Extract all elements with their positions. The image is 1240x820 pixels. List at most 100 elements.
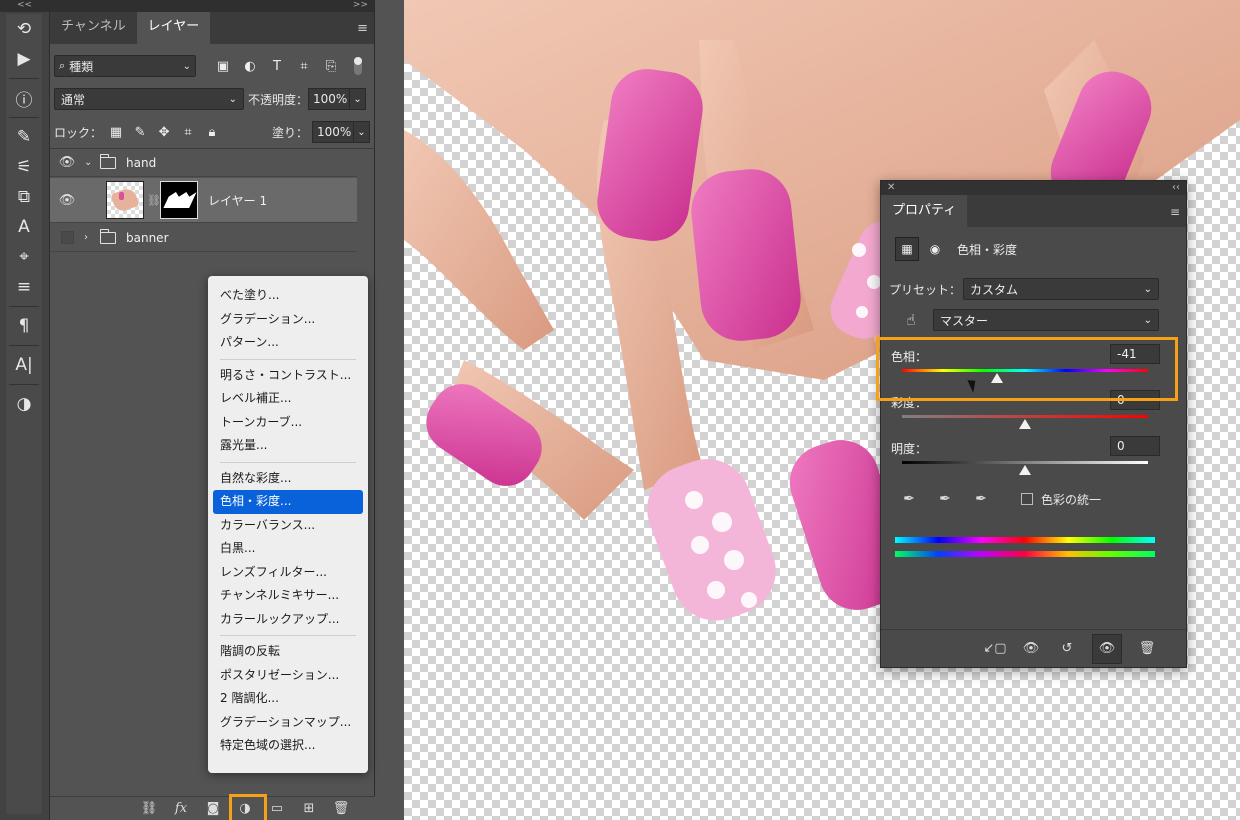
visibility-off-box[interactable] — [61, 231, 74, 244]
tab-layers[interactable]: レイヤー — [136, 12, 211, 44]
menu-item[interactable]: レベル補正... — [208, 387, 368, 411]
visibility-eye-icon[interactable]: 👁︎ — [50, 193, 84, 208]
panel-menu-icon[interactable]: ≡ — [1170, 205, 1180, 219]
chevron-down-icon[interactable]: ⌄ — [84, 157, 98, 168]
character-icon[interactable]: A| — [6, 350, 42, 380]
menu-item[interactable]: カラールックアップ... — [208, 608, 368, 632]
lock-all-icon[interactable]: 🔒︎ — [204, 123, 220, 141]
layer-row-hand[interactable]: 👁︎ ⌄ hand — [50, 149, 357, 177]
adjustment-layer-icon[interactable]: ▦ — [895, 237, 919, 261]
lightness-track[interactable] — [902, 461, 1148, 464]
menu-item[interactable]: 特定色域の選択... — [208, 734, 368, 758]
layer-row-banner[interactable]: › banner — [50, 224, 357, 252]
channel-select[interactable]: マスター ⌄ — [933, 309, 1159, 331]
new-layer-icon[interactable]: ⊞ — [299, 799, 319, 819]
targeted-adjustment-hand-icon[interactable]: ☝︎ — [889, 311, 933, 329]
menu-item[interactable]: べた塗り... — [208, 284, 368, 308]
tool-strip-collapse[interactable]: << — [0, 0, 49, 12]
menu-item[interactable]: レンズフィルター... — [208, 561, 368, 585]
menu-item[interactable]: 自然な彩度... — [208, 467, 368, 491]
opacity-input[interactable]: 100% — [308, 88, 351, 110]
path-icon[interactable]: ⌖ — [6, 242, 42, 272]
add-mask-icon[interactable]: ◙ — [203, 799, 223, 819]
menu-item[interactable]: 露光量... — [208, 434, 368, 458]
menu-item[interactable]: ポスタリゼーション... — [208, 664, 368, 688]
preset-select[interactable]: カスタム ⌄ — [963, 278, 1159, 300]
link-icon[interactable]: ⛓︎ — [147, 194, 161, 207]
clip-to-layer-icon[interactable]: ↙▢ — [983, 638, 1006, 660]
menu-item[interactable]: カラーバランス... — [208, 514, 368, 538]
opacity-label: 不透明度： — [248, 92, 309, 107]
lock-label: ロック： — [54, 125, 103, 140]
mask-icon[interactable]: ◉ — [923, 237, 947, 261]
menu-item[interactable]: 色相・彩度... — [213, 490, 363, 514]
color-bar-after — [895, 551, 1155, 557]
fill-input[interactable]: 100% — [312, 121, 354, 143]
layer-mask-thumbnail[interactable] — [160, 181, 198, 219]
fx-icon[interactable]: fx — [171, 799, 191, 819]
menu-item[interactable]: 階調の反転 — [208, 640, 368, 664]
new-adjustment-layer-icon[interactable]: ◑ — [229, 793, 267, 820]
adjust-sliders-icon[interactable]: ⚟ — [6, 152, 42, 182]
paragraph-icon[interactable]: ¶ — [6, 311, 42, 341]
fill-dropdown-icon[interactable]: ⌄ — [354, 121, 370, 143]
shape-filter-icon[interactable]: ⌗ — [295, 57, 313, 75]
collapse-icon[interactable]: ‹‹ — [1172, 181, 1180, 195]
saturation-track[interactable] — [902, 415, 1148, 418]
smart-object-filter-icon[interactable]: ⎘ — [322, 57, 340, 75]
type-filter-icon[interactable]: T — [268, 57, 286, 75]
close-icon[interactable]: ✕ — [887, 181, 895, 195]
lightness-input[interactable]: 0 — [1110, 436, 1160, 456]
visibility-eye-icon[interactable]: 👁︎ — [50, 155, 84, 170]
colorize-checkbox[interactable] — [1021, 493, 1033, 505]
blend-mode-select[interactable]: 通常 ⌄ — [54, 88, 244, 110]
menu-item[interactable]: 白黒... — [208, 537, 368, 561]
panel-menu-icon[interactable]: ≡ — [357, 21, 368, 36]
layer-row-layer1[interactable]: 👁︎ ⛓︎ レイヤー 1 — [50, 178, 357, 223]
colorize-option[interactable]: 色彩の統一 — [1021, 491, 1101, 508]
link-layers-icon[interactable]: ⛓︎ — [139, 799, 159, 819]
chevron-right-icon[interactable]: › — [84, 232, 98, 243]
eyedropper-icon[interactable]: ✒︎ — [899, 489, 919, 509]
info-icon[interactable]: ⓘ — [6, 83, 42, 113]
menu-item[interactable]: 明るさ・コントラスト... — [208, 364, 368, 388]
lock-paint-icon[interactable]: ✎ — [132, 123, 148, 141]
view-previous-icon[interactable]: 👁︎ — [1020, 638, 1042, 660]
opacity-dropdown-icon[interactable]: ⌄ — [350, 88, 367, 110]
lock-row: ロック： ▦ ✎ ✥ ⌗ 🔒︎ 塗り： 100% ⌄ — [54, 120, 370, 144]
adjustment-filter-icon[interactable]: ◐ — [241, 57, 259, 75]
reset-icon[interactable]: ↺ — [1056, 638, 1078, 660]
eyedropper-plus-icon[interactable]: ✒︎ — [935, 489, 955, 509]
menu-item[interactable]: チャンネルミキサー... — [208, 584, 368, 608]
clone-source-icon[interactable]: ⧉ — [6, 182, 42, 212]
type-icon[interactable]: A — [6, 212, 42, 242]
visibility-eye-icon[interactable]: 👁︎ — [1092, 633, 1122, 664]
menu-item[interactable]: グラデーションマップ... — [208, 711, 368, 735]
lock-artboard-icon[interactable]: ⌗ — [180, 123, 196, 141]
menu-item[interactable]: グラデーション... — [208, 308, 368, 332]
lock-transparency-icon[interactable]: ▦ — [108, 123, 124, 141]
tab-properties[interactable]: プロパティ — [881, 195, 968, 227]
saturation-slider-knob[interactable] — [1019, 419, 1031, 429]
properties-sliders-icon[interactable]: ≡ — [6, 272, 42, 302]
tool-separator — [9, 306, 39, 307]
trash-icon[interactable]: 🗑︎ — [331, 799, 351, 819]
filter-toggle[interactable] — [354, 57, 362, 75]
play-icon[interactable]: ▶ — [6, 44, 42, 74]
history-brush-icon[interactable]: ⟲ — [6, 14, 42, 44]
trash-icon[interactable]: 🗑︎ — [1136, 638, 1158, 660]
pixel-filter-icon[interactable]: ▣ — [214, 57, 232, 75]
layer-name: banner — [126, 230, 169, 245]
menu-item[interactable]: 2 階調化... — [208, 687, 368, 711]
adjustments-icon[interactable]: ◑ — [6, 389, 42, 419]
lightness-slider-knob[interactable] — [1019, 465, 1031, 475]
brush-presets-icon[interactable]: ✎ — [6, 122, 42, 152]
eyedropper-minus-icon[interactable]: ✒︎ — [971, 489, 991, 509]
menu-item[interactable]: トーンカーブ... — [208, 411, 368, 435]
layers-panel-collapse[interactable]: >> — [50, 0, 374, 12]
menu-item[interactable]: パターン... — [208, 331, 368, 355]
lock-position-icon[interactable]: ✥ — [156, 123, 172, 141]
tab-channels[interactable]: チャンネル — [50, 12, 137, 44]
new-group-icon[interactable]: ▭ — [267, 799, 287, 819]
layer-filter-select[interactable]: ⌕ 種類 ⌄ — [54, 55, 196, 77]
